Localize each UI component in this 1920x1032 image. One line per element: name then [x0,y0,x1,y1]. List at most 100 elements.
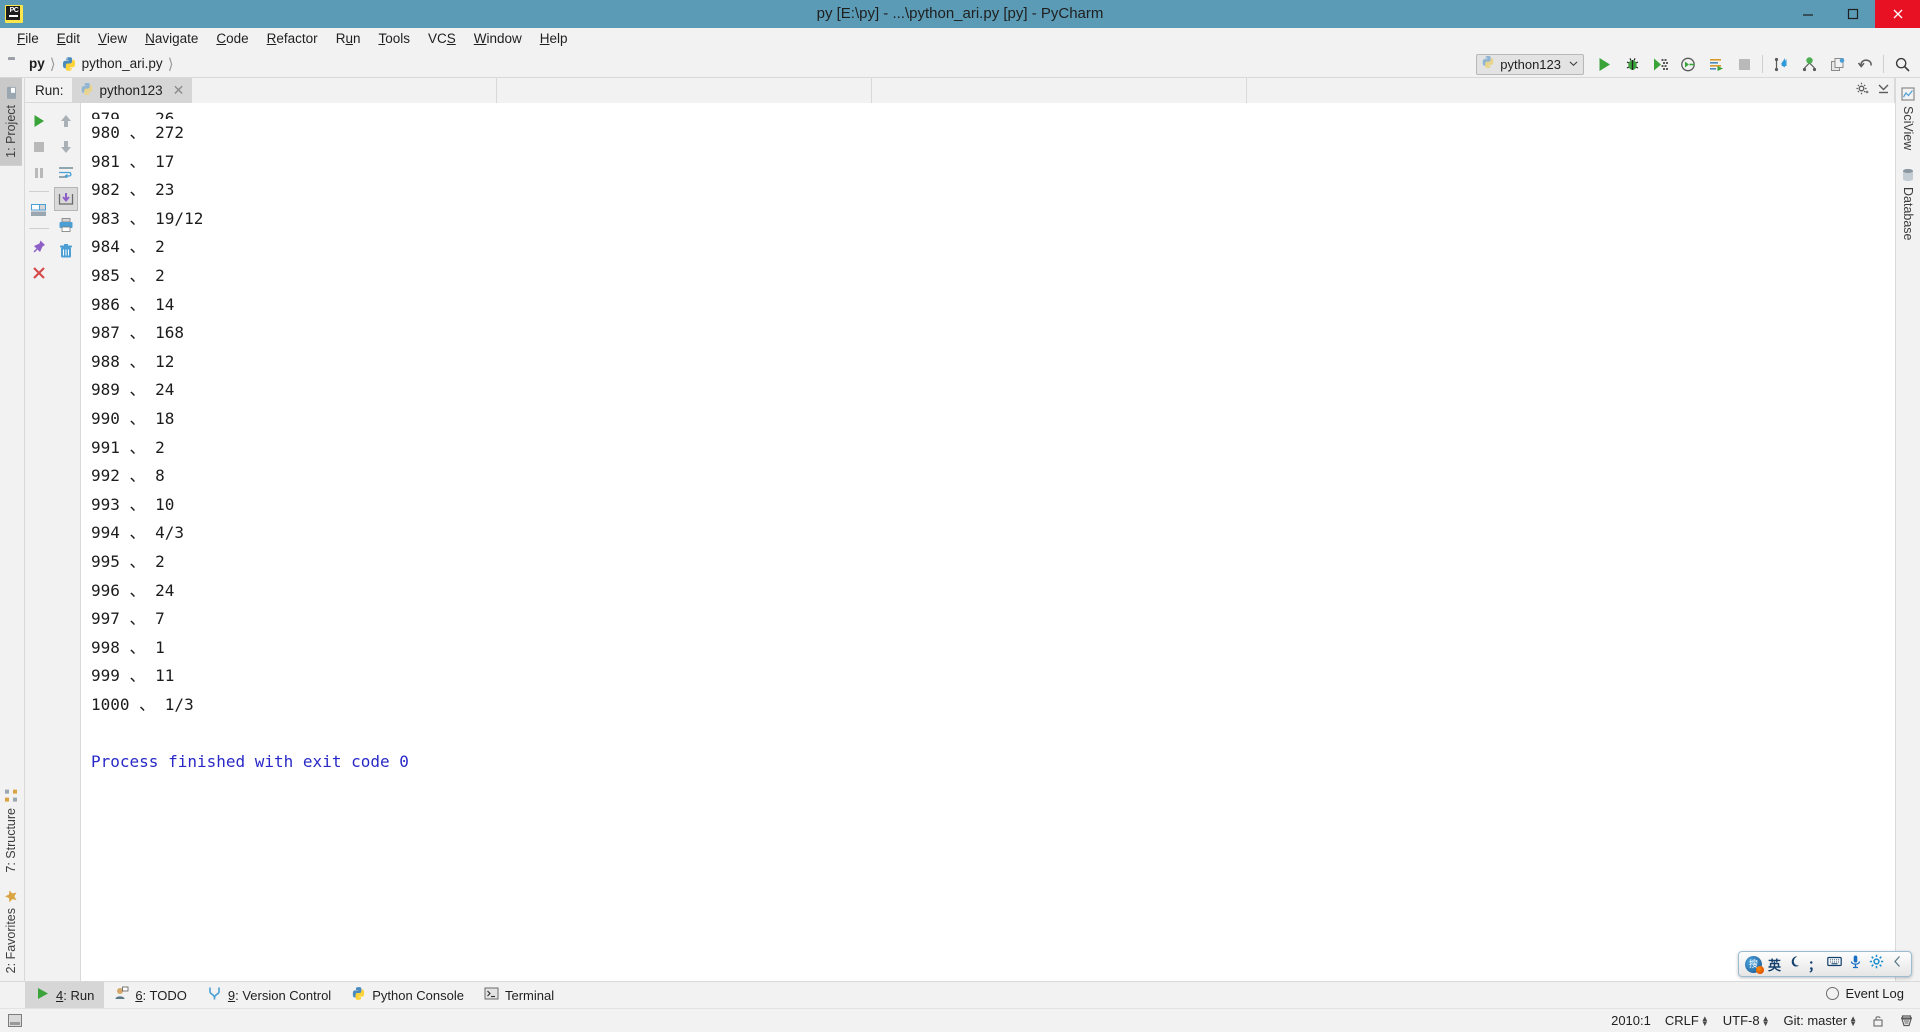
menu-bar: File Edit View Navigate Code Refactor Ru… [0,28,1920,50]
sidebar-item-project[interactable]: 1: Project [0,78,22,166]
console-output[interactable]: 979 、 26 980 、 272 981 、 17 982 、 23 983… [81,103,1895,981]
bottom-tab-todo-label: 6: TODO [135,987,187,1003]
terminal-icon [484,986,499,1004]
run-with-coverage-icon[interactable] [1646,51,1674,77]
vcs-update-icon[interactable] [1767,51,1795,77]
bottom-tab-terminal[interactable]: Terminal [474,982,564,1009]
console-line: 998 、 1 [91,637,165,657]
scroll-to-end-icon[interactable] [54,187,79,211]
sidebar-item-structure[interactable]: 7: Structure [0,781,22,881]
bottom-tab-version-control[interactable]: 9: Version Control [197,982,341,1009]
up-arrow-icon[interactable] [54,109,78,133]
menu-file[interactable]: File [8,29,48,49]
minimize-icon[interactable] [1785,0,1830,28]
tab-python123-label: python123 [99,82,163,98]
debug-icon[interactable] [1618,51,1646,77]
bottom-tab-version-control-label: 9: Version Control [227,987,332,1003]
keyboard-icon[interactable] [1827,954,1842,974]
stop-icon[interactable] [27,135,51,159]
sidebar-item-sciview[interactable]: SciView [1897,78,1919,159]
ime-punctuation-label[interactable]: ； [1808,955,1821,974]
bottom-tab-python-console[interactable]: Python Console [341,982,474,1009]
breadcrumb-item-project[interactable]: py ⟩ [8,55,61,73]
project-icon [4,86,18,100]
hide-icon[interactable] [1876,81,1891,101]
status-bar: 2010:1 CRLF ▲ ▼ UTF-8 ▲ ▼ Git: master ▲ ▼ [0,1008,1920,1032]
run-tool-window-title: Run: [35,82,64,98]
maximize-icon[interactable] [1830,0,1875,28]
menu-tools[interactable]: Tools [369,29,419,49]
tab-python123[interactable]: python123 ✕ [71,77,193,103]
pin-icon[interactable] [27,235,51,259]
console-line: 989 、 24 [91,380,175,400]
console-line: 1000 、 1/3 [91,694,194,714]
folder-icon [8,56,24,72]
stop-icon[interactable] [1730,51,1758,77]
menu-refactor[interactable]: Refactor [258,29,327,49]
app-logo-underline [9,15,18,17]
menu-navigate[interactable]: Navigate [136,29,207,49]
main-body: 1: Project 7: Structure 2: Favorites Run… [0,77,1920,981]
breadcrumb-item-file[interactable]: python_ari.py ⟩ [61,55,179,73]
lock-icon[interactable] [1871,1014,1885,1028]
run-console-icon[interactable] [1702,51,1730,77]
ime-language-label[interactable]: 英 [1768,955,1781,974]
status-bar-right: 2010:1 CRLF ▲ ▼ UTF-8 ▲ ▼ Git: master ▲ ▼ [1611,1013,1914,1028]
down-arrow-icon[interactable] [54,135,78,159]
console-line: 996 、 24 [91,580,175,600]
breadcrumb-separator-2: ⟩ [167,55,174,73]
run-icon[interactable] [1590,51,1618,77]
close-icon[interactable]: ✕ [173,82,185,99]
console-line: 988 、 12 [91,351,175,371]
console-exit-message: Process finished with exit code 0 [91,752,409,772]
menu-vcs[interactable]: VCS [419,29,465,49]
menu-window[interactable]: Window [465,29,531,49]
search-everywhere-icon[interactable] [1888,51,1916,77]
chevron-left-icon[interactable] [1890,954,1905,974]
clear-all-icon[interactable] [54,239,78,263]
layout-settings-icon[interactable] [27,198,51,222]
sidebar-item-favorites[interactable]: 2: Favorites [0,881,22,981]
chevron-down-icon[interactable] [1569,55,1578,73]
console-line: 987 、 168 [91,323,185,343]
event-log-widget[interactable]: Event Log [1826,986,1904,1001]
ime-toolbar[interactable]: 搜 英 ； [1737,951,1912,977]
menu-code[interactable]: Code [207,29,257,49]
vcs-diff-icon[interactable] [1823,51,1851,77]
vcs-commit-icon[interactable] [1795,51,1823,77]
bottom-tab-todo[interactable]: 6: TODO [104,982,197,1009]
caret-position[interactable]: 2010:1 [1611,1013,1651,1028]
menu-edit[interactable]: Edit [48,29,89,49]
git-branch[interactable]: Git: master ▲ ▼ [1784,1013,1858,1028]
sogou-logo-icon[interactable]: 搜 [1744,955,1764,974]
line-separator[interactable]: CRLF ▲ ▼ [1665,1013,1709,1028]
rerun-icon[interactable] [27,109,51,133]
soft-wrap-icon[interactable] [54,161,78,185]
profile-icon[interactable] [1674,51,1702,77]
settings-gear-icon[interactable] [1855,81,1870,101]
vcs-rollback-icon[interactable] [1851,51,1879,77]
gear-icon[interactable] [1869,954,1884,974]
sidebar-item-database-label: Database [1901,187,1915,241]
bottom-tab-run[interactable]: 4: Run [25,981,105,1009]
encoding[interactable]: UTF-8 ▲ ▼ [1723,1013,1770,1028]
menu-run[interactable]: Run [327,29,370,49]
inspection-icon[interactable] [1899,1013,1914,1028]
run-configuration-selector[interactable]: python123 [1476,53,1584,75]
toolbar-divider-2 [28,228,49,229]
microphone-icon[interactable] [1848,954,1863,974]
pause-icon[interactable] [27,161,51,185]
moon-icon[interactable] [1787,954,1802,974]
close-icon[interactable] [27,261,51,285]
tab-filler-slots [192,77,1895,103]
close-icon[interactable] [1875,0,1920,28]
sciview-icon [1901,87,1915,101]
chevron-updown-icon-2: ▲ ▼ [1761,1013,1770,1028]
memory-indicator-icon[interactable] [8,1014,22,1027]
menu-view[interactable]: View [89,29,136,49]
console-line: 990 、 18 [91,408,175,428]
sidebar-item-database[interactable]: Database [1897,159,1919,250]
menu-help[interactable]: Help [531,29,577,49]
console-line: 982 、 23 [91,180,175,200]
print-icon[interactable] [54,213,78,237]
